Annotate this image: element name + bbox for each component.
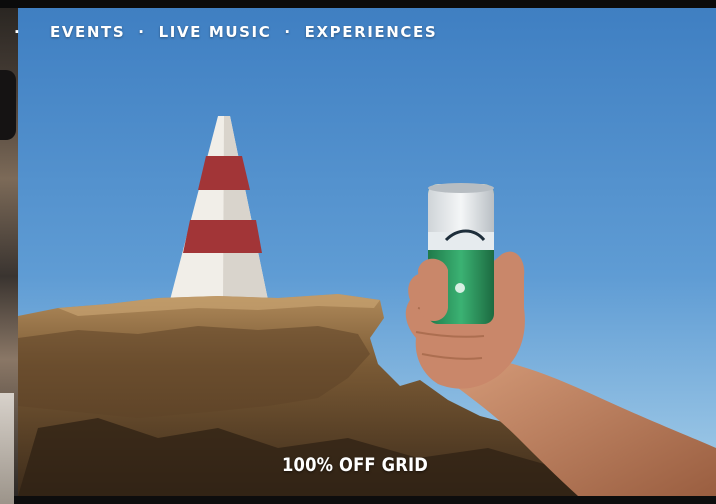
nav-link-events[interactable]: EVENTS (50, 23, 125, 41)
nav-separator: · (138, 23, 146, 41)
nav-separator: · (284, 23, 292, 41)
hero-photo-illustration (18, 8, 716, 496)
adjacent-slide-lamp (0, 70, 16, 140)
hero-tagline: 100% OFF GRID (282, 454, 428, 476)
nav-leading-separator: · (14, 23, 20, 41)
adjacent-slide-preview[interactable] (0, 8, 18, 504)
top-bar (0, 0, 716, 8)
nav-link-experiences[interactable]: EXPERIENCES (305, 23, 438, 41)
adjacent-slide-cloth (0, 393, 14, 504)
beer-can (418, 183, 494, 324)
top-navigation: EVENTS · LIVE MUSIC · EXPERIENCES (50, 22, 437, 42)
nav-link-live-music[interactable]: LIVE MUSIC (159, 23, 272, 41)
hero-image (18, 8, 716, 496)
